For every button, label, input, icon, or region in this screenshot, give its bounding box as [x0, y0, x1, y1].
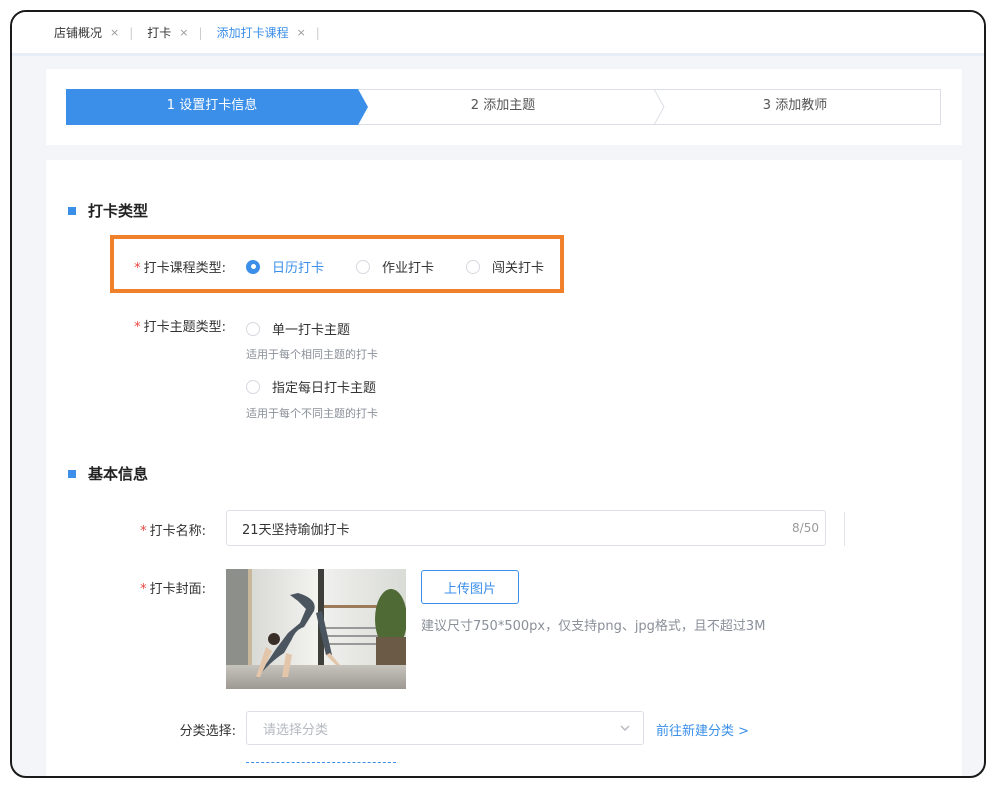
radio-unchecked-icon — [466, 259, 480, 274]
required-mark: * — [140, 582, 147, 597]
label-text: 打卡名称: — [149, 524, 206, 539]
daily-theme-hint: 适用于每个不同主题的打卡 — [246, 407, 378, 420]
radio-label: 闯关打卡 — [492, 261, 545, 276]
step-2-label[interactable]: 2 添加主题 — [358, 89, 648, 123]
required-mark: * — [140, 524, 147, 539]
tab-bar: 店铺概况 × | 打卡 × | 添加打卡课程 × | — [12, 12, 984, 56]
upload-image-button[interactable]: 上传图片 — [421, 570, 519, 604]
close-icon[interactable]: × — [297, 26, 306, 39]
radio-label: 指定每日打卡主题 — [272, 381, 377, 396]
close-icon[interactable]: × — [179, 26, 188, 39]
label-text: 打卡课程类型: — [143, 261, 226, 276]
checkin-name-input[interactable]: 21天坚持瑜伽打卡 8/50 — [226, 510, 826, 546]
dashed-upload-area[interactable] — [246, 762, 396, 772]
tab-separator: | — [129, 25, 134, 40]
close-icon[interactable]: × — [110, 26, 119, 39]
required-mark: * — [134, 261, 141, 276]
input-value: 21天坚持瑜伽打卡 — [242, 522, 350, 538]
char-counter: 8/50 — [792, 521, 819, 535]
divider — [844, 512, 845, 546]
required-mark: * — [134, 320, 141, 335]
steps-card: 1 设置打卡信息 2 添加主题 3 添加教师 — [46, 69, 962, 145]
radio-unchecked-icon — [356, 259, 370, 274]
select-placeholder: 请选择分类 — [263, 722, 329, 738]
checkin-name-label: * 打卡名称: — [106, 520, 206, 539]
section-title-checkin-type: 打卡类型 — [68, 200, 148, 221]
tab-store-overview[interactable]: 店铺概况 × — [52, 24, 125, 41]
section-title-basic-info: 基本信息 — [68, 463, 148, 484]
section-title-text: 打卡类型 — [88, 202, 149, 220]
category-label: 分类选择: — [179, 724, 236, 739]
course-type-label: * 打卡课程类型: — [106, 257, 226, 276]
chevron-down-icon — [620, 725, 630, 731]
section-title-text: 基本信息 — [88, 465, 149, 483]
radio-daily-theme[interactable]: 指定每日打卡主题 — [246, 377, 376, 396]
step-1-label[interactable]: 1 设置打卡信息 — [66, 89, 358, 123]
tab-label: 打卡 — [147, 26, 172, 40]
tab-label: 店铺概况 — [54, 26, 103, 40]
tab-separator: | — [315, 25, 320, 40]
radio-label: 单一打卡主题 — [272, 323, 351, 338]
step-3-label[interactable]: 3 添加教师 — [648, 89, 942, 123]
upload-hint: 建议尺寸750*500px，仅支持png、jpg格式，且不超过3M — [421, 619, 766, 634]
radio-label: 作业打卡 — [382, 261, 435, 276]
yoga-photo — [226, 569, 406, 689]
tab-checkin[interactable]: 打卡 × — [145, 24, 194, 41]
section-marker — [68, 469, 76, 478]
label-text: 打卡封面: — [149, 582, 206, 597]
cover-image — [226, 569, 406, 689]
radio-unchecked-icon — [246, 379, 260, 394]
radio-calendar-checkin[interactable]: 日历打卡 — [246, 257, 324, 276]
checkin-cover-label: * 打卡封面: — [106, 578, 206, 597]
app-window: 店铺概况 × | 打卡 × | 添加打卡课程 × | 1 设置打卡信息 2 添加… — [10, 10, 986, 778]
theme-type-label: * 打卡主题类型: — [106, 316, 226, 335]
radio-label: 日历打卡 — [272, 261, 325, 276]
tab-label: 添加打卡课程 — [216, 26, 289, 40]
radio-checked-icon — [246, 259, 260, 274]
radio-level-checkin[interactable]: 闯关打卡 — [466, 257, 544, 276]
label-text: 打卡主题类型: — [143, 320, 226, 335]
tab-add-checkin-course[interactable]: 添加打卡课程 × — [215, 24, 312, 41]
section-marker — [68, 206, 76, 215]
radio-unchecked-icon — [246, 321, 260, 336]
create-category-link[interactable]: 前往新建分类 > — [656, 720, 749, 739]
radio-homework-checkin[interactable]: 作业打卡 — [356, 257, 434, 276]
tab-separator: | — [198, 25, 203, 40]
category-select[interactable]: 请选择分类 — [246, 711, 644, 745]
single-theme-hint: 适用于每个相同主题的打卡 — [246, 348, 378, 361]
radio-single-theme[interactable]: 单一打卡主题 — [246, 319, 350, 338]
form-card: 打卡类型 * 打卡课程类型: 日历打卡 作业打卡 闯关打卡 * 打卡主题类型: 单一… — [46, 160, 962, 776]
